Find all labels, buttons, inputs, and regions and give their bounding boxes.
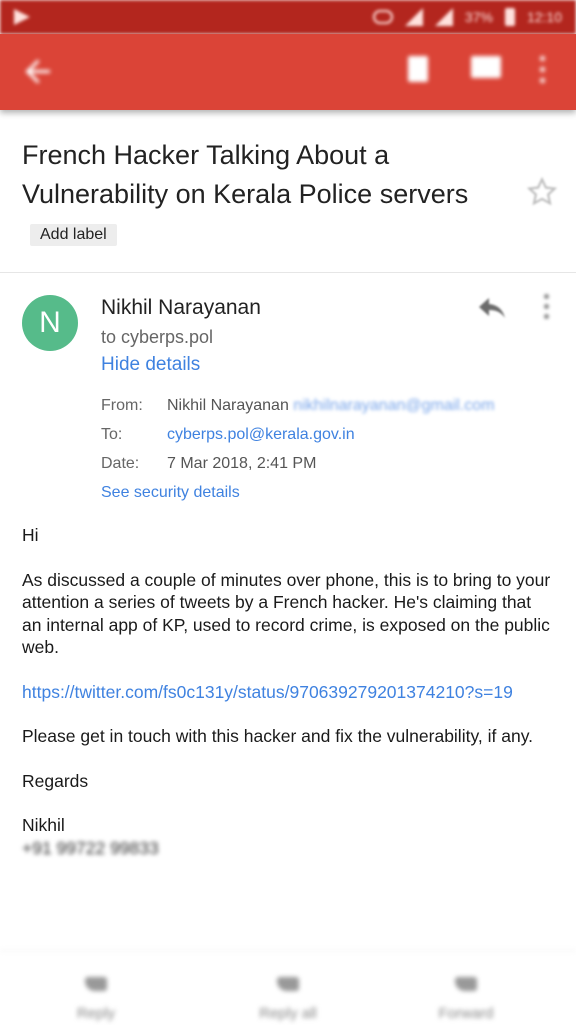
body-paragraph-2: Please get in touch with this hacker and… <box>22 726 534 746</box>
reply-action-icon <box>85 977 107 991</box>
recipient-summary: to cyberps.pol <box>101 327 214 347</box>
wifi-icon <box>434 8 453 26</box>
email-subject: French Hacker Talking About a Vulnerabil… <box>22 136 492 253</box>
tweet-link[interactable]: https://twitter.com/fs0c131y/status/9706… <box>22 681 552 704</box>
back-arrow-icon[interactable] <box>24 56 54 86</box>
battery-percent: 37% <box>464 9 493 25</box>
add-label-button[interactable]: Add label <box>30 223 117 246</box>
phone-number[interactable]: +91 99722 99833 <box>22 837 552 860</box>
forward-action[interactable]: Forward <box>416 977 516 1022</box>
signature-name: Nikhil <box>22 815 65 835</box>
delete-icon[interactable] <box>408 56 428 82</box>
reply-all-icon <box>277 977 299 991</box>
reply-label: Reply <box>76 1005 116 1022</box>
body-paragraph: As discussed a couple of minutes over ph… <box>22 569 551 658</box>
from-label: From: <box>101 397 143 414</box>
security-details-link[interactable]: See security details <box>101 484 240 502</box>
status-icons: 37% 12:10 <box>372 8 562 26</box>
battery-icon <box>504 8 515 26</box>
from-name: Nikhil Narayanan <box>167 397 289 414</box>
star-icon[interactable] <box>526 176 558 208</box>
reply-all-label: Reply all <box>259 1005 317 1022</box>
avatar[interactable]: N <box>22 295 78 351</box>
clock: 12:10 <box>526 9 562 25</box>
forward-label: Forward <box>438 1005 494 1022</box>
greeting: Hi <box>22 525 39 545</box>
to-label: To: <box>101 426 123 443</box>
divider <box>0 272 576 273</box>
sender-name: Nikhil Narayanan <box>101 296 261 319</box>
message-more-icon[interactable] <box>544 294 550 322</box>
app-bar <box>0 34 576 110</box>
reply-icon[interactable] <box>476 294 508 322</box>
to-email-link[interactable]: cyberps.pol@kerala.gov.in <box>167 426 355 444</box>
regards: Regards <box>22 770 89 791</box>
email-body: Hi As discussed a couple of minutes over… <box>22 524 552 859</box>
play-icon <box>14 9 30 25</box>
subject-text: French Hacker Talking About a Vulnerabil… <box>22 140 469 209</box>
reply-all-action[interactable]: Reply all <box>238 977 338 1022</box>
from-email[interactable]: nikhilnarayanan@gmail.com <box>293 397 494 414</box>
status-bar: 37% 12:10 <box>0 0 576 34</box>
date-label: Date: <box>101 455 140 472</box>
forward-icon <box>455 977 477 991</box>
bottom-actions: Reply Reply all Forward <box>0 950 576 1025</box>
date-value: 7 Mar 2018, 2:41 PM <box>167 455 317 472</box>
more-options-icon[interactable] <box>540 56 546 84</box>
mark-unread-icon[interactable] <box>471 56 501 78</box>
signal-icon <box>404 8 423 26</box>
eye-icon <box>372 10 393 24</box>
reply-action[interactable]: Reply <box>46 977 146 1022</box>
hide-details-link[interactable]: Hide details <box>101 354 200 376</box>
from-value: Nikhil Narayanan nikhilnarayanan@gmail.c… <box>167 397 495 415</box>
